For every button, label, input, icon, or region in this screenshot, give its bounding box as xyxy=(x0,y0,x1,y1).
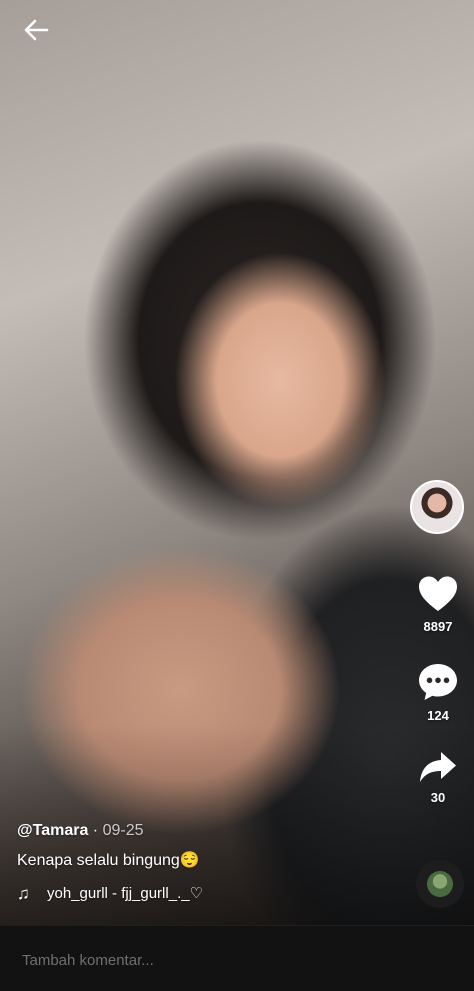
music-disc[interactable] xyxy=(416,860,464,908)
post-description: Kenapa selalu bingung😌 xyxy=(17,852,200,869)
music-note-icon: ♫ xyxy=(17,884,30,903)
video-frame[interactable] xyxy=(0,0,474,925)
arrow-left-icon xyxy=(24,19,49,41)
back-button[interactable] xyxy=(14,12,58,48)
speech-bubble-icon xyxy=(419,664,457,700)
like-count: 8897 xyxy=(423,619,453,634)
share-arrow-icon xyxy=(420,752,456,782)
like-button[interactable]: 8897 xyxy=(407,575,469,634)
music-disc-cover xyxy=(427,871,453,897)
comment-count: 124 xyxy=(427,708,449,723)
comment-input[interactable] xyxy=(20,946,454,974)
music-title: yoh_gurll - fjj_gurll_._♡ xyxy=(47,885,204,902)
post-date: 09-25 xyxy=(102,822,144,839)
heart-icon xyxy=(419,576,457,611)
share-button[interactable]: 30 xyxy=(407,750,469,805)
comment-bar xyxy=(0,925,474,991)
author-avatar[interactable] xyxy=(410,480,464,534)
share-count: 30 xyxy=(430,790,446,805)
date-separator: · xyxy=(88,822,103,839)
music-link[interactable]: ♫ yoh_gurll - fjj_gurll_._♡ xyxy=(17,884,397,904)
video-screen: 8897 124 30 @Tamara · 09-25 Kenapa selal… xyxy=(0,0,474,991)
username-link[interactable]: @Tamara xyxy=(17,822,88,839)
comment-button[interactable]: 124 xyxy=(407,662,469,723)
author-line: @Tamara · 09-25 xyxy=(17,820,397,842)
caption-block: @Tamara · 09-25 Kenapa selalu bingung😌 ♫… xyxy=(17,820,397,904)
